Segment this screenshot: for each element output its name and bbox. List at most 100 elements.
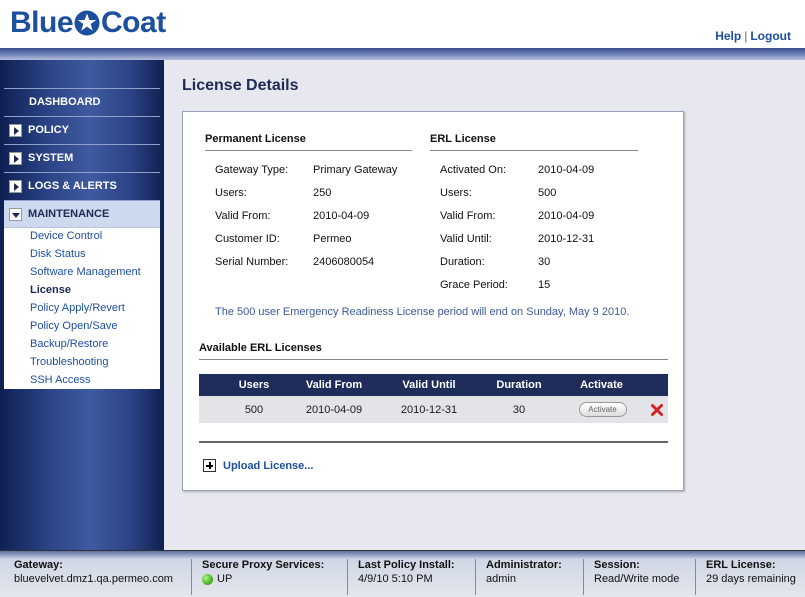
perm-gateway-type-value: Primary Gateway	[313, 164, 398, 176]
status-admin-label: Administrator:	[486, 559, 562, 571]
expand-arrow-icon	[9, 152, 22, 165]
nav-policy-label: POLICY	[28, 124, 69, 136]
nav-dashboard-label: DASHBOARD	[29, 96, 101, 108]
erl-divider	[430, 150, 638, 151]
header-stripe	[0, 48, 805, 60]
perm-customer-id-label: Customer ID:	[215, 233, 280, 245]
expand-arrow-icon	[9, 180, 22, 193]
perm-serial-number-label: Serial Number:	[215, 256, 289, 268]
subnav-software-management[interactable]: Software Management	[30, 266, 141, 278]
col-users: Users	[238, 379, 270, 391]
sidebar: DASHBOARD POLICY SYSTEM LOGS & ALERTS MA…	[0, 60, 164, 550]
perm-customer-id-value: Permeo	[313, 233, 352, 245]
status-proxy-row: UP	[202, 573, 346, 585]
page-title: License Details	[182, 77, 299, 94]
perm-gateway-type-label: Gateway Type:	[215, 164, 289, 176]
col-activate: Activate	[580, 379, 623, 391]
app-header: Blue Coat Help | Logout	[0, 0, 805, 48]
nav-system-label: SYSTEM	[28, 152, 74, 164]
erl-users-label: Users:	[440, 187, 472, 199]
subnav-ssh-access[interactable]: SSH Access	[30, 374, 91, 386]
nav-maintenance-label: MAINTENANCE	[28, 208, 110, 220]
upload-license-label: Upload License...	[223, 459, 314, 472]
perm-serial-number-value: 2406080054	[313, 256, 375, 268]
col-valid-until: Valid Until	[402, 379, 456, 391]
erl-license-title: ERL License	[430, 133, 496, 145]
erl-valid-until-label: Valid Until:	[440, 233, 492, 245]
row-duration: 30	[512, 403, 526, 416]
subnav-disk-status[interactable]: Disk Status	[30, 248, 86, 260]
col-valid-from: Valid From	[305, 379, 363, 391]
license-panel: Permanent License Gateway Type: Primary …	[182, 111, 684, 491]
nav-system[interactable]: SYSTEM	[4, 144, 160, 171]
table-bottom-rule	[199, 441, 668, 443]
status-session-value: Read/Write mode	[594, 573, 680, 585]
header-links: Help | Logout	[715, 29, 791, 43]
row-activate-cell: Activate	[575, 396, 630, 423]
help-link[interactable]: Help	[715, 29, 741, 43]
erl-grace-period-label: Grace Period:	[440, 279, 508, 291]
status-bar: Gateway: bluevelvet.dmz1.qa.permeo.com S…	[0, 550, 805, 597]
collapse-arrow-icon	[9, 208, 22, 221]
erl-duration-value: 30	[538, 256, 551, 268]
row-delete-cell	[648, 396, 666, 423]
available-erl-table: Users Valid From Valid Until Duration Ac…	[199, 374, 668, 423]
table-header: Users Valid From Valid Until Duration Ac…	[199, 374, 668, 396]
link-separator: |	[744, 29, 748, 43]
row-valid-from: 2010-04-09	[305, 403, 363, 416]
perm-valid-from-value: 2010-04-09	[313, 210, 370, 222]
available-erl-title: Available ERL Licenses	[199, 342, 322, 354]
upload-license-link[interactable]: Upload License...	[203, 459, 313, 472]
star-shield-icon	[74, 10, 100, 36]
erl-users-value: 500	[538, 187, 557, 199]
nav-policy[interactable]: POLICY	[4, 116, 160, 143]
status-gateway-value: bluevelvet.dmz1.qa.permeo.com	[14, 573, 173, 585]
subnav-device-control[interactable]: Device Control	[30, 230, 102, 242]
status-last-policy: Last Policy Install: 4/9/10 5:10 PM	[347, 559, 474, 595]
delete-x-icon[interactable]	[650, 403, 664, 417]
expand-arrow-icon	[9, 124, 22, 137]
col-duration: Duration	[496, 379, 542, 391]
status-session: Session: Read/Write mode	[583, 559, 694, 595]
perm-valid-from-label: Valid From:	[215, 210, 271, 222]
status-gateway-label: Gateway:	[14, 559, 63, 571]
subnav-troubleshooting[interactable]: Troubleshooting	[30, 356, 108, 368]
erl-activated-on-value: 2010-04-09	[538, 164, 595, 176]
status-policy-value: 4/9/10 5:10 PM	[358, 573, 433, 585]
status-proxy-label: Secure Proxy Services:	[202, 559, 325, 571]
subnav-license[interactable]: License	[30, 284, 71, 296]
nav-logs-alerts[interactable]: LOGS & ALERTS	[4, 172, 160, 199]
maintenance-subnav: Device Control Disk Status Software Mana…	[4, 227, 160, 389]
perm-users-label: Users:	[215, 187, 247, 199]
activate-button[interactable]: Activate	[578, 402, 627, 417]
nav-dashboard[interactable]: DASHBOARD	[4, 88, 160, 115]
erl-valid-from-value: 2010-04-09	[538, 210, 595, 222]
permanent-divider	[205, 150, 412, 151]
erl-valid-until-value: 2010-12-31	[538, 233, 595, 245]
table-row: 500 2010-04-09 2010-12-31 30 Activate	[199, 396, 668, 423]
row-valid-until: 2010-12-31	[400, 403, 458, 416]
subnav-policy-apply-revert[interactable]: Policy Apply/Revert	[30, 302, 125, 314]
logout-link[interactable]: Logout	[750, 29, 791, 43]
permanent-license-title: Permanent License	[205, 133, 306, 145]
status-gateway: Gateway: bluevelvet.dmz1.qa.permeo.com	[4, 559, 190, 595]
nav-maintenance[interactable]: MAINTENANCE	[4, 200, 160, 227]
bluecoat-logo: Blue Coat	[10, 6, 166, 40]
status-proxy: Secure Proxy Services: UP	[191, 559, 346, 595]
status-administrator: Administrator: admin	[475, 559, 582, 595]
status-erl-label: ERL License:	[706, 559, 776, 571]
status-proxy-value: UP	[217, 573, 233, 585]
erl-activated-on-label: Activated On:	[440, 164, 507, 176]
available-erl-divider	[199, 359, 668, 360]
nav-logs-alerts-label: LOGS & ALERTS	[28, 180, 117, 192]
status-erl-license: ERL License: 29 days remaining	[695, 559, 803, 595]
plus-icon	[203, 459, 216, 472]
row-users: 500	[244, 403, 264, 416]
status-erl-value: 29 days remaining	[706, 573, 796, 585]
subnav-policy-open-save[interactable]: Policy Open/Save	[30, 320, 117, 332]
subnav-backup-restore[interactable]: Backup/Restore	[30, 338, 108, 350]
status-up-icon	[202, 573, 213, 585]
perm-users-value: 250	[313, 187, 332, 199]
erl-expiry-notice: The 500 user Emergency Readiness License…	[215, 306, 630, 318]
erl-valid-from-label: Valid From:	[440, 210, 496, 222]
